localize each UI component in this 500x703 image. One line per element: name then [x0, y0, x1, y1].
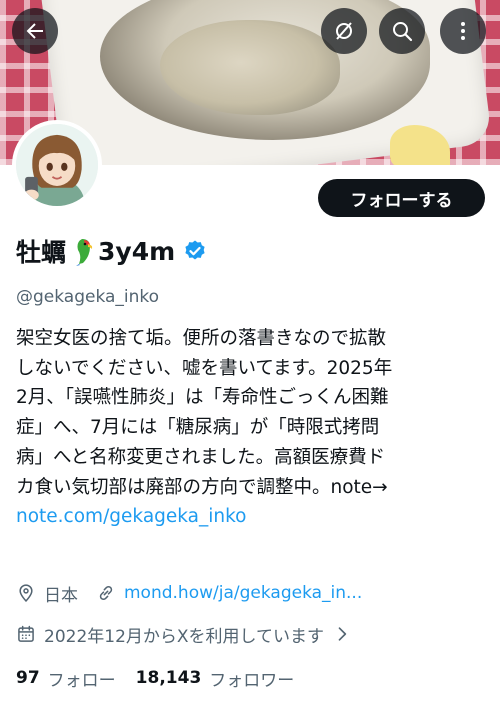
mute-button[interactable]: [321, 8, 367, 54]
location-pin-icon: [19, 584, 33, 602]
followers-label[interactable]: フォロワー: [209, 666, 294, 691]
more-vertical-icon: [461, 22, 465, 40]
parrot-emoji-icon: [76, 239, 93, 266]
bio: 架空女医の捨て垢。便所の落書きなので拡散 しないでください、嘘を書いてます。20…: [16, 324, 486, 532]
joined-date-text: 2022年12月からXを利用しています: [44, 626, 325, 647]
display-name-text: 牡蠣: [16, 238, 67, 267]
website-link[interactable]: mond.how/ja/gekageka_in...: [124, 583, 362, 603]
display-name: 牡蠣 3y4m: [16, 234, 207, 268]
followers-count[interactable]: 18,143: [136, 668, 202, 688]
search-button[interactable]: [379, 8, 425, 54]
chevron-right-icon: [338, 627, 347, 641]
bio-line: カ食い気切部は廃部の方向で調整中。note→: [16, 476, 388, 498]
bio-line: 2月、「誤嚥性肺炎」は「寿命性ごっくん困難: [16, 387, 389, 409]
following-label[interactable]: フォロー: [48, 666, 116, 691]
mute-icon: [336, 22, 352, 40]
back-arrow-icon: [26, 23, 43, 39]
following-count[interactable]: 97: [16, 668, 40, 688]
profile-meta-location-website: 日本 mond.how/ja/gekageka_in...: [16, 580, 362, 606]
follow-stats: 97 フォロー 18,143 フォロワー: [16, 665, 294, 691]
location-text: 日本: [44, 585, 78, 606]
profile-page: フォローする 牡蠣 3y4m @gekageka_inko 架空女医の捨て垢。便…: [0, 0, 500, 703]
handle: @gekageka_inko: [16, 287, 160, 307]
bio-line: しないでください、嘘を書いてます。2025年: [16, 357, 393, 379]
verified-badge-icon[interactable]: [183, 239, 207, 263]
link-icon: [99, 585, 113, 601]
bio-line: 症」へ、7月には「糖尿病」が「時限式拷問: [16, 417, 380, 439]
bio-line: 架空女医の捨て垢。便所の落書きなので拡散: [16, 328, 387, 349]
bio-link[interactable]: note.com/gekageka_inko: [16, 502, 486, 532]
back-button[interactable]: [12, 8, 58, 54]
bio-line: 病」へと名称変更されました。高額医療費ド: [16, 446, 386, 468]
search-icon: [393, 22, 413, 42]
more-button[interactable]: [440, 8, 486, 54]
follow-button[interactable]: フォローする: [318, 179, 485, 217]
calendar-icon: [18, 625, 34, 642]
display-name-suffix: 3y4m: [98, 236, 176, 266]
joined-date-row[interactable]: 2022年12月からXを利用しています: [16, 621, 352, 647]
avatar[interactable]: [12, 120, 102, 210]
